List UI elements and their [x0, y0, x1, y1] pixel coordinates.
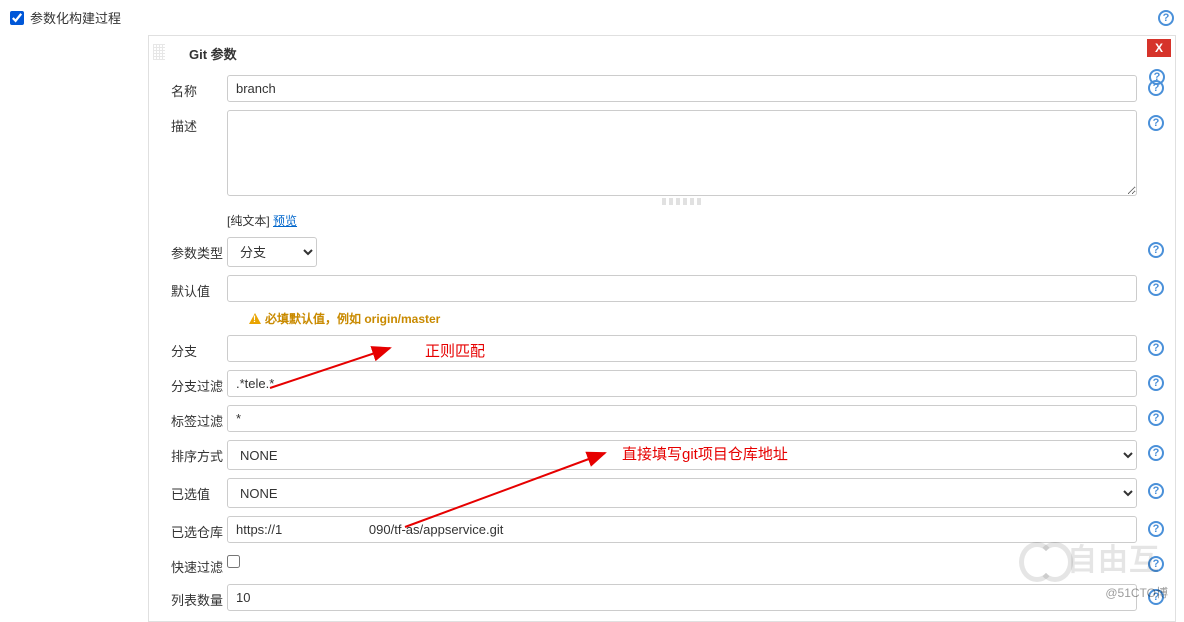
desc-textarea[interactable] [227, 110, 1137, 196]
branch-label: 分支 [171, 335, 227, 360]
selected-repo-label: 已选仓库 [171, 516, 227, 541]
branch-input[interactable] [227, 335, 1137, 362]
selected-repo-input[interactable] [227, 516, 1137, 543]
help-icon[interactable]: ? [1148, 280, 1164, 296]
param-type-select[interactable]: 分支 [227, 237, 317, 267]
tag-filter-input[interactable] [227, 405, 1137, 432]
help-icon[interactable]: ? [1158, 10, 1174, 26]
help-icon[interactable]: ? [1148, 375, 1164, 391]
help-icon[interactable]: ? [1148, 242, 1164, 258]
help-icon[interactable]: ? [1148, 340, 1164, 356]
warning-icon [249, 313, 261, 324]
default-warning: 必填默认值，例如 origin/master [249, 310, 1165, 327]
preview-link[interactable]: 预览 [273, 214, 297, 228]
attribution: @51CTO博 [1105, 584, 1168, 601]
help-icon[interactable]: ? [1148, 115, 1164, 131]
tag-filter-label: 标签过滤 [171, 405, 227, 430]
help-icon[interactable]: ? [1148, 445, 1164, 461]
help-icon[interactable]: ? [1148, 483, 1164, 499]
list-count-label: 列表数量 [171, 584, 227, 609]
branch-filter-label: 分支过滤 [171, 370, 227, 395]
default-label: 默认值 [171, 275, 227, 300]
close-button[interactable]: X [1147, 39, 1171, 57]
help-icon[interactable]: ? [1148, 556, 1164, 572]
param-build-label: 参数化构建过程 [30, 8, 121, 27]
name-label: 名称 [171, 75, 227, 100]
name-input[interactable] [227, 75, 1137, 102]
selected-val-select[interactable]: NONE [227, 478, 1137, 508]
selected-val-label: 已选值 [171, 478, 227, 503]
git-param-panel: X Git 参数 ? 名称 ? 描述 [纯文本] 预览 ? 参数类型 分支 ? [148, 35, 1176, 622]
desc-label: 描述 [171, 110, 227, 135]
fast-filter-checkbox[interactable] [227, 555, 240, 568]
sort-label: 排序方式 [171, 440, 227, 465]
branch-filter-input[interactable] [227, 370, 1137, 397]
sort-select[interactable]: NONE [227, 440, 1137, 470]
help-icon[interactable]: ? [1149, 69, 1165, 85]
fast-filter-label: 快速过滤 [171, 551, 227, 576]
drag-handle-icon[interactable] [153, 44, 165, 60]
help-icon[interactable]: ? [1148, 521, 1164, 537]
help-icon[interactable]: ? [1148, 410, 1164, 426]
plain-text-label: [纯文本] [227, 214, 270, 228]
section-title: Git 参数 [149, 36, 1175, 71]
param-type-label: 参数类型 [171, 237, 227, 262]
param-build-checkbox[interactable] [10, 11, 24, 25]
resize-grip-icon[interactable] [662, 198, 702, 205]
default-input[interactable] [227, 275, 1137, 302]
